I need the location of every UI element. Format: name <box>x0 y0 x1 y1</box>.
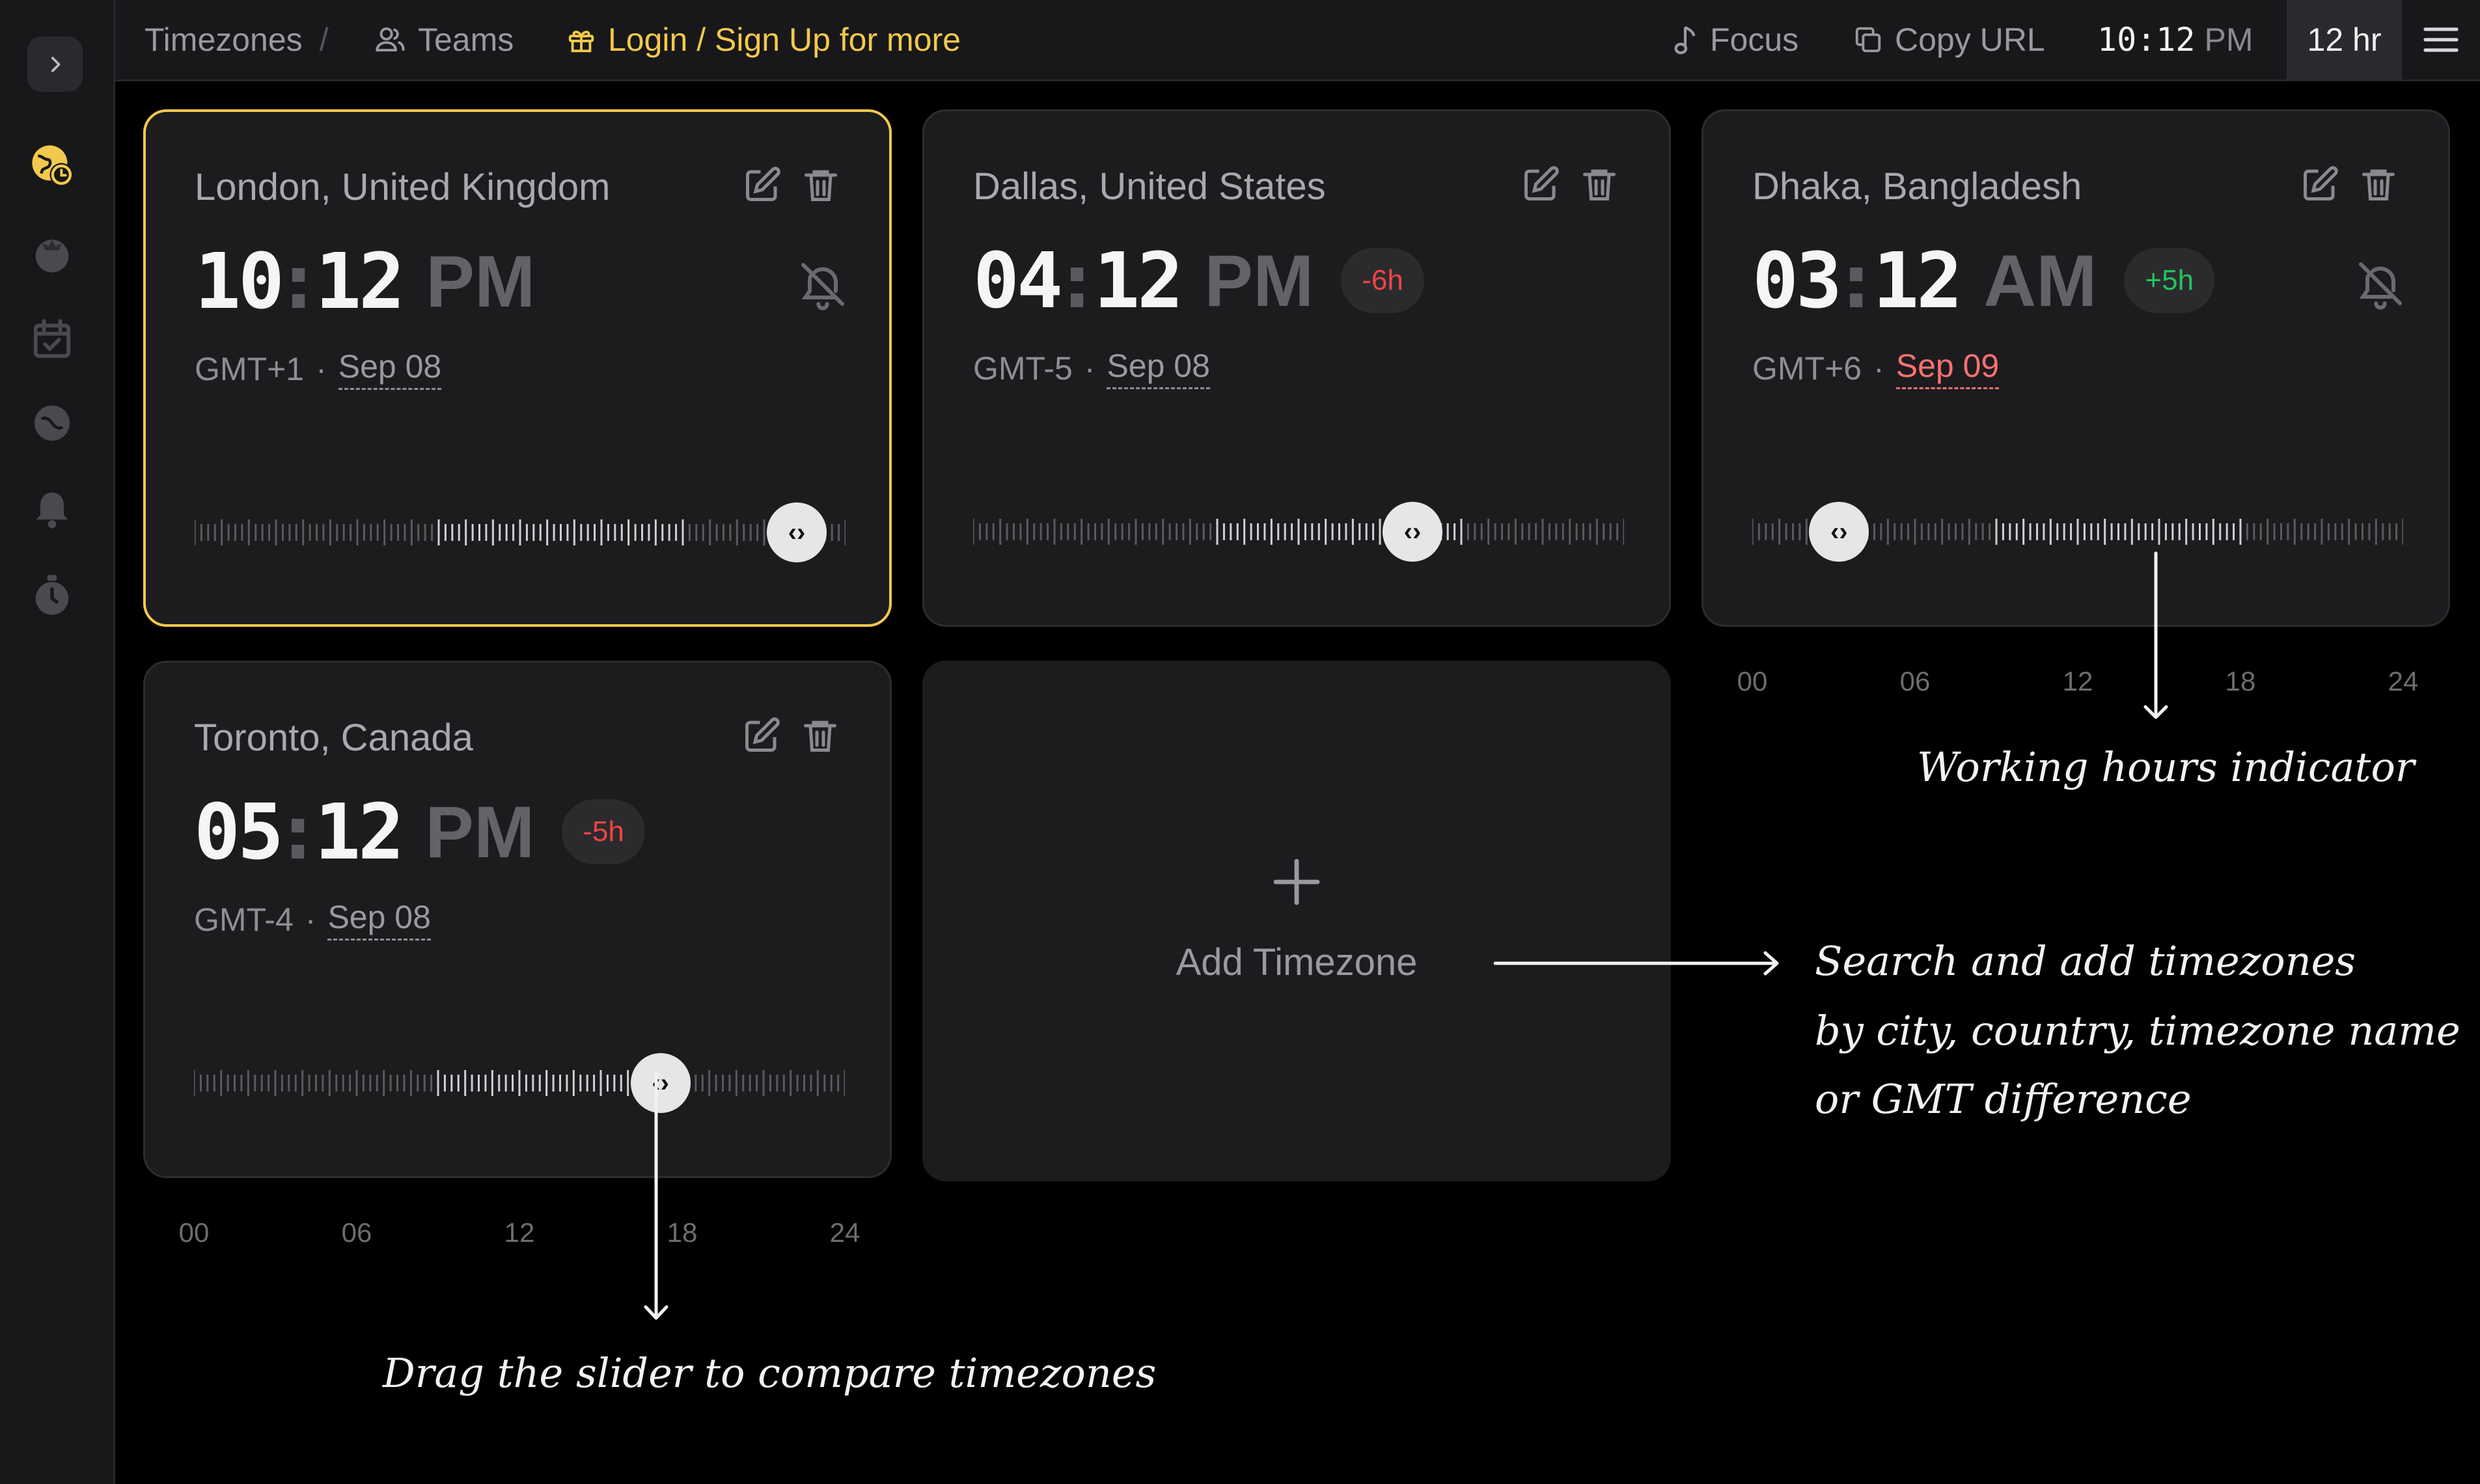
drag-slider-note: Drag the slider to compare timezones <box>383 1349 1157 1397</box>
working-hours-note: Working hours indicator <box>1917 743 2415 791</box>
search-note-line3: or GMT difference <box>1815 1075 2192 1123</box>
search-arrow <box>1493 951 1779 976</box>
search-note-line1: Search and add timezones <box>1815 937 2356 985</box>
search-note-line2: by city, country, timezone name <box>1815 1007 2460 1054</box>
drag-slider-arrow <box>644 1072 668 1320</box>
annotation-arrows <box>644 551 2168 1320</box>
working-hours-arrow <box>2143 551 2168 719</box>
